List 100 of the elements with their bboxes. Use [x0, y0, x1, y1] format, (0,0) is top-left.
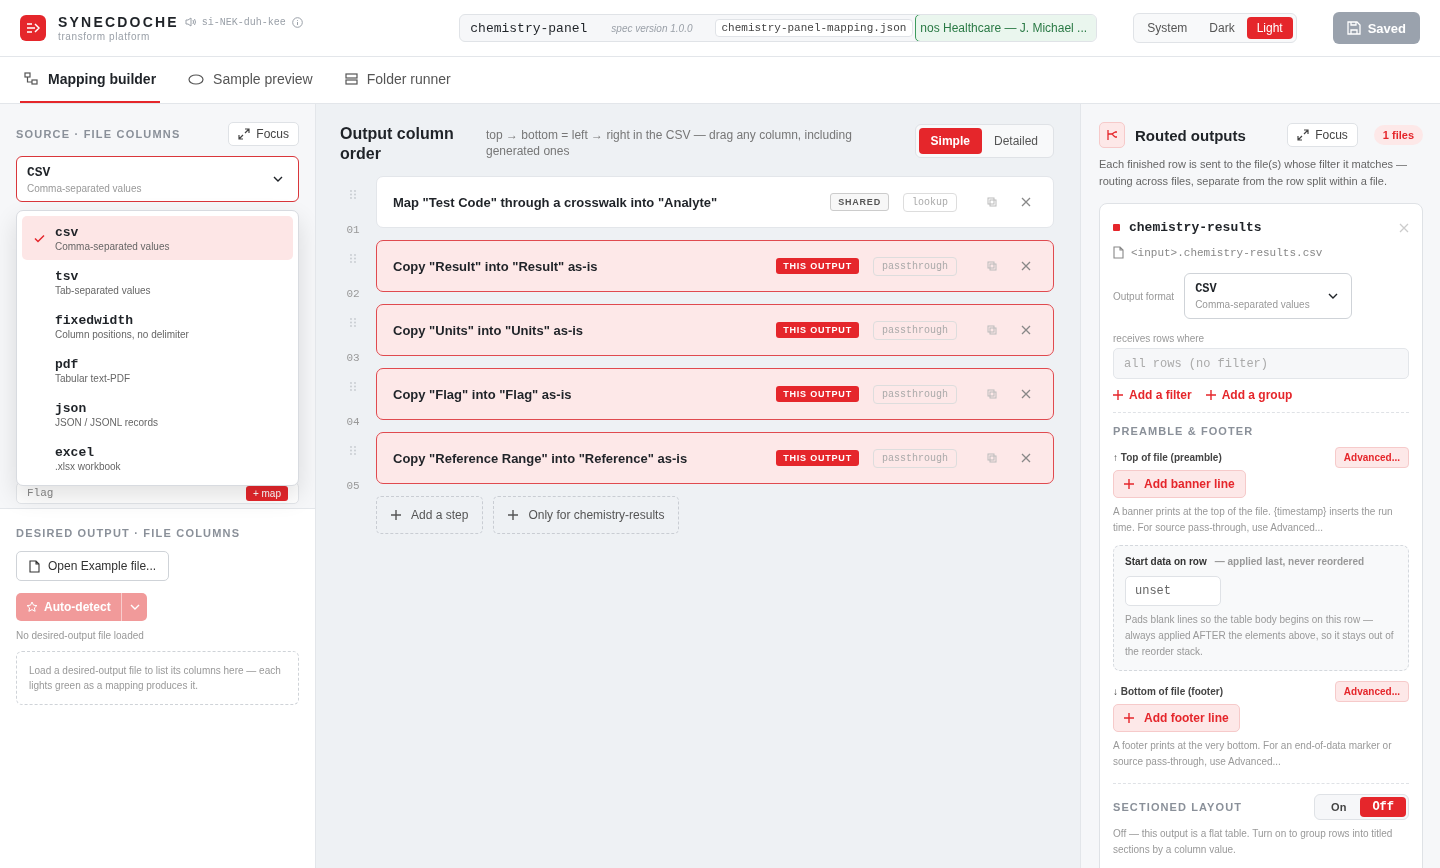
theme-option[interactable]: Dark [1199, 17, 1245, 39]
plus-icon [1205, 390, 1216, 400]
close-button[interactable] [1021, 261, 1031, 271]
add-step-button[interactable]: Only for chemistry-results [493, 496, 680, 534]
add-filter-button[interactable]: Add a filter [1113, 388, 1192, 402]
step-text: Copy "Units" into "Units" as-is [393, 322, 585, 338]
step-number: 02 [346, 288, 360, 300]
nodes-icon [24, 72, 39, 86]
rows-icon [344, 73, 358, 85]
format-select[interactable]: CSV Comma-separated values [16, 156, 299, 202]
format-select[interactable]: CSV Comma-separated values [1184, 273, 1353, 319]
operation-tag: passthrough [873, 384, 957, 404]
help-text: Off — this output is a flat table. Turn on to group rows into titled sections by a column value. [1113, 827, 1394, 857]
app-name: SYNECDOCHE [58, 14, 179, 30]
step-card[interactable]: Copy "Reference Range" into "Reference" as-is THIS OUTPUT passthrough [376, 432, 1054, 484]
chevron-icon [128, 603, 141, 611]
close-button[interactable] [1021, 389, 1031, 399]
mode-option[interactable]: Detailed [981, 128, 1050, 154]
step-card[interactable]: Map "Test Code" through a crosswalk into "Analyte" SHARED lookup [376, 176, 1054, 228]
duplicate-button[interactable] [987, 197, 997, 207]
toggle-option[interactable]: On [1317, 797, 1361, 817]
field-label: Output format [1113, 290, 1175, 302]
output-path: <input>.chemistry-results.csv [1131, 246, 1323, 259]
advanced-button[interactable]: Advanced... [1334, 681, 1409, 702]
mapping-file-chip: chemistry-panel-mapping.json [714, 19, 914, 37]
check-icon [34, 233, 45, 243]
format-option[interactable]: pdf Tabular text-PDF [22, 348, 293, 392]
save-icon [1346, 21, 1361, 35]
format-option[interactable]: json JSON / JSONL records [22, 392, 293, 436]
drag-handle-icon[interactable] [350, 190, 356, 199]
step-number: 03 [346, 352, 360, 364]
theme-option[interactable]: System [1137, 17, 1198, 39]
operation-tag: passthrough [873, 320, 957, 340]
format-option[interactable]: excel .xlsx workbook [22, 436, 293, 480]
step-card[interactable]: Copy "Units" into "Units" as-is THIS OUTPUT passthrough [376, 304, 1054, 356]
add-banner-button[interactable]: Add banner line [1113, 470, 1246, 498]
format-option[interactable]: fixedwidth Column positions, no delimiter [22, 304, 293, 348]
drag-handle-icon[interactable] [350, 318, 356, 327]
scope-tag: THIS OUTPUT [776, 258, 859, 274]
plus-icon [1113, 390, 1123, 400]
nav-tab[interactable]: Folder runner [340, 57, 455, 103]
subsection-label: ↓ Bottom of file (footer) [1113, 686, 1223, 697]
open-file-button[interactable]: Open Example file... [16, 551, 170, 581]
section-label: SOURCE · FILE COLUMNS [16, 128, 181, 140]
close-button[interactable] [1399, 222, 1409, 233]
start-row-field[interactable]: unset [1125, 576, 1221, 606]
drag-handle-icon[interactable] [350, 446, 356, 455]
star-icon [26, 601, 38, 613]
focus-button[interactable]: Focus [228, 122, 299, 146]
theme-option[interactable]: Light [1246, 17, 1293, 39]
step-card[interactable]: Copy "Result" into "Result" as-is THIS OUTPUT passthrough [376, 240, 1054, 292]
drag-handle-icon[interactable] [350, 382, 356, 391]
focus-button[interactable]: Focus [1287, 123, 1358, 147]
app-subtitle: transform platform [58, 31, 151, 42]
expand-icon [238, 128, 251, 140]
file-icon [29, 559, 40, 573]
nav-tab[interactable]: Sample preview [184, 57, 317, 103]
output-name: chemistry-results [1129, 220, 1263, 235]
speaker-icon[interactable] [184, 17, 196, 27]
duplicate-button[interactable] [987, 453, 997, 463]
duplicate-button[interactable] [987, 389, 997, 399]
add-step-button[interactable]: Add a step [376, 496, 484, 534]
step-card[interactable]: Copy "Flag" into "Flag" as-is THIS OUTPUT passthrough [376, 368, 1054, 420]
routing-icon [1099, 122, 1125, 148]
step-number: 05 [346, 480, 360, 492]
spec-name: chemistry-panel [469, 20, 589, 36]
duplicate-button[interactable] [987, 325, 997, 335]
panel-title: Output column order [340, 124, 455, 164]
operation-tag: passthrough [873, 448, 957, 468]
field-label: Start data on row [1125, 556, 1207, 567]
drag-handle-icon[interactable] [350, 254, 356, 263]
file-icon [1113, 246, 1124, 259]
field-label: receives rows where [1113, 333, 1206, 344]
step-text: Copy "Reference Range" into "Reference" as-is [393, 450, 689, 466]
info-icon[interactable] [291, 16, 303, 28]
plus-icon [391, 510, 401, 520]
expand-icon [1297, 129, 1310, 141]
toggle-option[interactable]: Off [1360, 797, 1406, 817]
add-filter-button[interactable]: Add a group [1205, 388, 1293, 402]
close-button[interactable] [1021, 453, 1031, 463]
close-button[interactable] [1021, 325, 1031, 335]
format-option[interactable]: tsv Tab-separated values [22, 260, 293, 304]
step-text: Copy "Result" into "Result" as-is [393, 258, 599, 274]
chevron-icon [272, 175, 284, 183]
format-option[interactable]: csv Comma-separated values [22, 216, 293, 260]
duplicate-button[interactable] [987, 261, 997, 271]
filter-field[interactable]: all rows (no filter) [1113, 348, 1409, 379]
mode-option[interactable]: Simple [918, 128, 982, 154]
add-footer-button[interactable]: Add footer line [1113, 704, 1240, 732]
close-button[interactable] [1021, 197, 1031, 207]
step-number: 04 [346, 416, 360, 428]
panel-hint: top → bottom = left → right in the CSV — drag any column, including generated ones [486, 127, 853, 159]
file-count: 1 files [1373, 125, 1423, 145]
chevron-icon [1327, 292, 1340, 300]
step-text: Copy "Flag" into "Flag" as-is [393, 386, 573, 402]
advanced-button[interactable]: Advanced... [1334, 447, 1409, 468]
pronunciation: si-NEK-duh-kee [201, 16, 286, 28]
help-text: Pads blank lines so the table body begins on this row — always applied AFTER the elements above, so it stays out of the reorder stack. [1125, 613, 1395, 659]
plus-icon [1124, 479, 1134, 489]
column-name: Flag [27, 487, 54, 499]
